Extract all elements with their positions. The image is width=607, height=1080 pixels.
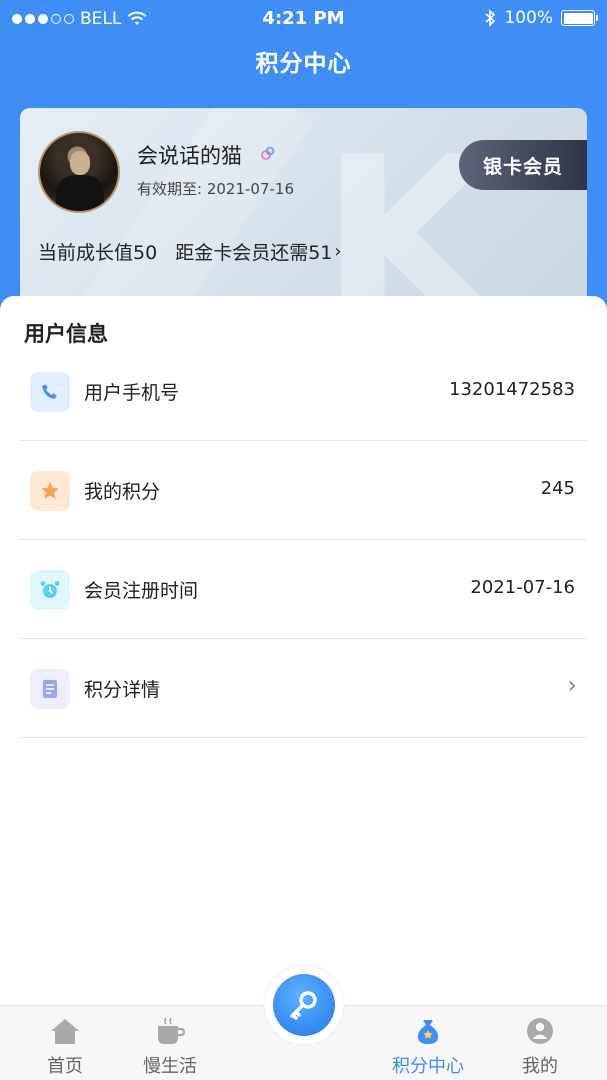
chevron-right-icon: ›	[334, 241, 342, 262]
row-points-detail[interactable]: 积分详情 ›	[20, 639, 587, 738]
row-phone[interactable]: 用户手机号 13201472583	[20, 342, 587, 441]
row-value: 13201472583	[449, 379, 575, 400]
star-icon	[30, 471, 70, 511]
chevron-right-icon: ›	[567, 671, 577, 699]
tab-slow-life[interactable]: 慢生活	[125, 1014, 215, 1078]
username: 会说话的猫	[137, 144, 242, 168]
tab-label: 慢生活	[143, 1056, 197, 1077]
row-label: 积分详情	[84, 679, 161, 701]
member-card: K 会说话的猫 有效期至: 2021-07-16 当前成长值50 距金卡会员还需…	[20, 108, 587, 308]
upgrade-hint: 距金卡会员还需51	[175, 242, 333, 264]
document-icon	[30, 669, 70, 709]
growth-value: 当前成长值50	[38, 242, 158, 264]
row-value: 245	[540, 478, 575, 499]
battery-icon	[561, 10, 598, 26]
row-label: 我的积分	[84, 481, 161, 503]
bluetooth-icon	[485, 9, 496, 27]
tab-mine[interactable]: 我的	[495, 1014, 585, 1078]
phone-icon	[30, 372, 70, 412]
home-icon	[20, 1014, 110, 1048]
tab-label: 我的	[522, 1056, 558, 1077]
gender-icon	[261, 146, 275, 160]
expiry-label: 有效期至:	[137, 180, 203, 198]
center-key-button[interactable]	[265, 966, 343, 1044]
key-icon	[273, 974, 335, 1036]
money-bag-icon	[383, 1014, 473, 1048]
alarm-clock-icon	[30, 570, 70, 610]
avatar[interactable]	[38, 131, 120, 213]
page-title: 积分中心	[255, 51, 352, 77]
person-icon	[495, 1014, 585, 1048]
coffee-cup-icon	[125, 1014, 215, 1048]
user-info-panel: 用户信息 用户手机号 13201472583 我的积分 245 会员注册时间 2…	[0, 296, 607, 1080]
row-register-time[interactable]: 会员注册时间 2021-07-16	[20, 540, 587, 639]
expiry-date: 2021-07-16	[206, 180, 295, 198]
row-label: 用户手机号	[84, 382, 180, 404]
row-points[interactable]: 我的积分 245	[20, 441, 587, 540]
tab-home[interactable]: 首页	[20, 1014, 110, 1078]
tab-label: 积分中心	[392, 1056, 464, 1077]
status-bar: BELL 4:21 PM 100%	[0, 0, 607, 40]
growth-info[interactable]: 当前成长值50 距金卡会员还需51 ›	[38, 238, 342, 265]
battery-percent: 100%	[504, 8, 553, 28]
battery-group: 100%	[484, 8, 598, 28]
tab-label: 首页	[47, 1056, 83, 1077]
row-label: 会员注册时间	[84, 580, 199, 602]
member-level-badge[interactable]: 银卡会员	[459, 140, 587, 190]
tab-points-center[interactable]: 积分中心	[383, 1014, 473, 1078]
membership-expiry: 有效期至: 2021-07-16	[137, 178, 294, 199]
row-value: 2021-07-16	[470, 577, 575, 598]
